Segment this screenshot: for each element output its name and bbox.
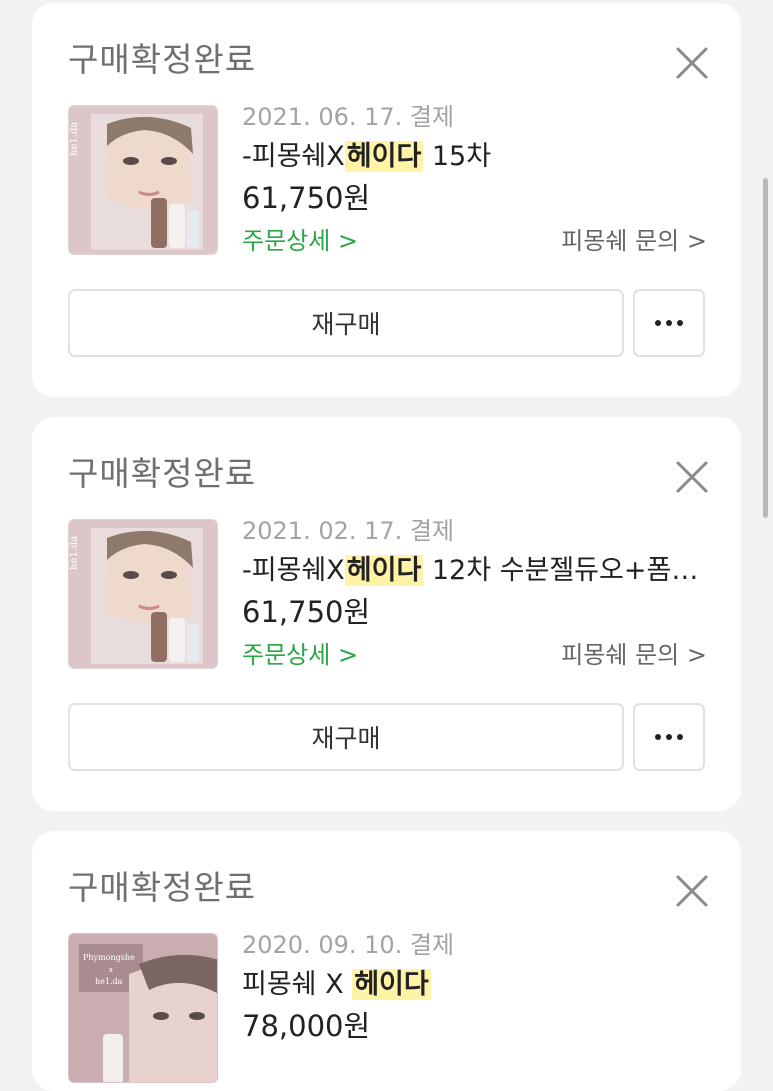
product-thumbnail[interactable]: he1.da	[68, 105, 218, 255]
more-options-button[interactable]	[633, 703, 705, 771]
scrollbar[interactable]	[763, 178, 768, 518]
order-card: 구매확정완료 he1.da 2021. 02. 17. 결제 -피몽쉐X헤이다 …	[32, 417, 741, 811]
order-detail-link[interactable]: 주문상세 >	[242, 639, 358, 671]
order-price: 61,750원	[242, 595, 371, 629]
product-thumbnail[interactable]: Phymongshe x he1.da	[68, 933, 218, 1083]
order-card: 구매확정완료 Phymongshe x he1.da 2020. 09. 10.…	[32, 831, 741, 1091]
order-detail-link[interactable]: 주문상세 >	[242, 225, 358, 257]
close-icon[interactable]	[674, 873, 710, 909]
more-dots-icon	[655, 320, 683, 326]
title-highlight: 헤이다	[344, 555, 424, 586]
product-title[interactable]: -피몽쉐X헤이다 15차	[242, 139, 702, 175]
title-prefix: 피몽쉐 X	[242, 969, 353, 1000]
rebuy-button[interactable]: 재구매	[68, 703, 624, 771]
product-title[interactable]: -피몽쉐X헤이다 12차 수분젤듀오+폼…	[242, 553, 702, 589]
svg-text:he1.da: he1.da	[69, 536, 80, 570]
order-price: 61,750원	[242, 181, 371, 215]
seller-inquiry-link[interactable]: 피몽쉐 문의 >	[561, 225, 707, 257]
close-icon[interactable]	[674, 459, 710, 495]
order-status: 구매확정완료	[68, 40, 257, 79]
close-icon[interactable]	[674, 45, 710, 81]
payment-date: 2021. 06. 17. 결제	[242, 103, 455, 131]
product-thumbnail[interactable]: he1.da	[68, 519, 218, 669]
more-options-button[interactable]	[633, 289, 705, 357]
rebuy-button[interactable]: 재구매	[68, 289, 624, 357]
title-highlight: 헤이다	[352, 969, 431, 1000]
thumb-brand-text: Phymongshe	[83, 953, 135, 962]
order-status: 구매확정완료	[68, 454, 257, 493]
payment-date: 2021. 02. 17. 결제	[242, 517, 455, 545]
more-dots-icon	[655, 734, 683, 740]
title-highlight: 헤이다	[344, 141, 424, 172]
thumb-x-text: x	[109, 966, 113, 974]
product-title[interactable]: 피몽쉐 X 헤이다	[242, 967, 702, 1003]
svg-text:he1.da: he1.da	[69, 122, 80, 156]
title-prefix: -피몽쉐X	[242, 555, 345, 586]
title-prefix: -피몽쉐X	[242, 141, 345, 172]
order-price: 78,000원	[242, 1009, 371, 1043]
title-suffix: 15차	[423, 141, 492, 172]
seller-inquiry-link[interactable]: 피몽쉐 문의 >	[561, 639, 707, 671]
order-status: 구매확정완료	[68, 868, 257, 907]
title-suffix: 12차 수분젤듀오+폼…	[423, 555, 699, 586]
order-card: 구매확정완료 he1.da 2021. 06. 17. 결제 -피몽쉐X헤이다 …	[32, 3, 741, 397]
thumb-heida-text: he1.da	[95, 977, 123, 986]
payment-date: 2020. 09. 10. 결제	[242, 931, 455, 959]
